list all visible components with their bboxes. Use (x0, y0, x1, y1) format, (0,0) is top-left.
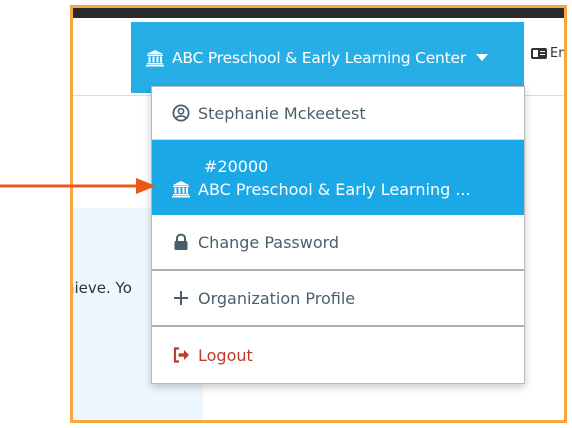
organization-dropdown-menu: Stephanie Mckeetest #20000 ABC Preschool… (151, 86, 525, 384)
lock-icon (174, 233, 188, 250)
organization-switcher-label: ABC Preschool & Early Learning Center (172, 48, 467, 67)
menu-item-user[interactable]: Stephanie Mckeetest (152, 87, 524, 140)
environment-label: En (550, 46, 567, 61)
sign-out-icon (173, 347, 189, 363)
menu-item-organization-selected[interactable]: #20000 ABC Preschool & Early Learning ..… (152, 140, 524, 215)
organization-id: #20000 (204, 156, 269, 176)
organization-name: ABC Preschool & Early Learning ... (198, 179, 471, 199)
top-bar (73, 8, 564, 18)
menu-item-change-password[interactable]: Change Password (152, 215, 524, 271)
organization-switcher-button[interactable]: ABC Preschool & Early Learning Center (131, 22, 524, 93)
environment-indicator[interactable]: En (531, 46, 567, 61)
annotation-arrow-icon (0, 178, 156, 194)
bank-icon (146, 49, 164, 66)
logout-label: Logout (198, 345, 253, 365)
bank-icon (172, 181, 190, 198)
body-text: hieve. Yo (70, 279, 132, 297)
user-circle-icon (172, 104, 190, 122)
id-card-icon (531, 48, 547, 59)
plus-icon (174, 291, 188, 305)
organization-profile-label: Organization Profile (198, 288, 356, 308)
user-name: Stephanie Mckeetest (198, 103, 366, 123)
caret-down-icon (476, 54, 489, 61)
screenshot-frame: ABC Preschool & Early Learning Center En… (70, 5, 567, 423)
menu-item-logout[interactable]: Logout (152, 327, 524, 383)
menu-item-organization-profile[interactable]: Organization Profile (152, 271, 524, 327)
change-password-label: Change Password (198, 232, 340, 252)
